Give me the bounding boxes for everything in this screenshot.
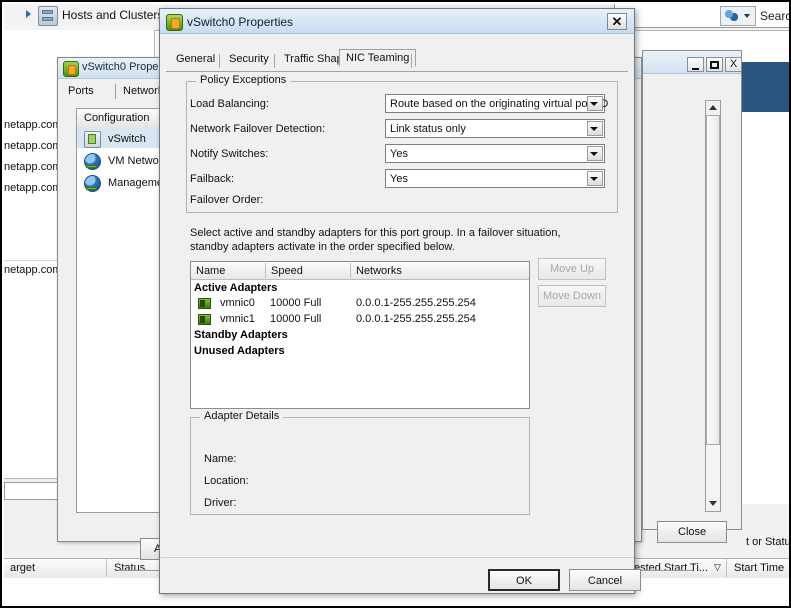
chevron-down-icon[interactable]	[744, 14, 750, 18]
adapter-name[interactable]: vmnic1	[220, 313, 255, 325]
column-header-speed[interactable]: Speed	[271, 265, 303, 277]
task-column-requested-start[interactable]: ested Start Ti...	[634, 562, 708, 574]
dialog-title: vSwitch0 Properties	[187, 15, 294, 29]
vswitch-icon	[166, 14, 183, 31]
column-header-networks[interactable]: Networks	[356, 265, 402, 277]
column-divider[interactable]	[726, 559, 727, 577]
column-divider[interactable]	[350, 263, 351, 278]
label-network-failover-detection: Network Failover Detection:	[190, 123, 326, 135]
label-notify-switches: Notify Switches:	[190, 148, 269, 160]
move-up-button-label: Move Up	[549, 263, 595, 275]
failover-order-description: Select active and standby adapters for t…	[190, 227, 561, 253]
screenshot-root: Hosts and Clusters Search I netapp.com n…	[0, 0, 791, 608]
breadcrumb-hosts-and-clusters[interactable]: Hosts and Clusters	[62, 8, 163, 22]
vswitch-icon	[84, 131, 101, 148]
task-column-start-time[interactable]: Start Time	[734, 562, 784, 574]
network-adapter-icon	[198, 314, 211, 325]
adapter-speed: 10000 Full	[270, 297, 322, 309]
column-header-name[interactable]: Name	[196, 265, 225, 277]
tree-item[interactable]: netapp.com	[4, 119, 61, 131]
tab-divider	[274, 54, 275, 68]
column-divider[interactable]	[106, 559, 107, 577]
background-list-item-management[interactable]: Manageme	[108, 177, 163, 189]
failback-select[interactable]: Yes	[385, 169, 605, 188]
tree-item[interactable]: netapp.com	[4, 182, 61, 194]
background-tab-ports[interactable]: Ports	[68, 85, 94, 97]
ok-button-label: OK	[516, 575, 532, 587]
right-host-window[interactable]	[642, 50, 742, 530]
nav-expand-arrow-icon[interactable]	[26, 10, 31, 18]
policy-exceptions-legend: Policy Exceptions	[196, 74, 291, 86]
notify-switches-select[interactable]: Yes	[385, 144, 605, 163]
adapter-group-unused: Unused Adapters	[194, 345, 285, 357]
tab-divider	[115, 84, 116, 99]
tab-nic-teaming[interactable]: NIC Teaming	[339, 49, 417, 67]
network-globe-base-icon	[86, 187, 97, 190]
network-failover-detection-value: Link status only	[390, 123, 466, 135]
tab-security[interactable]: Security	[223, 51, 275, 67]
background-list-item-vm-network[interactable]: VM Networ	[108, 155, 162, 167]
minimize-icon	[692, 68, 699, 70]
background-list-item-vswitch[interactable]: vSwitch	[108, 133, 146, 145]
adapter-details-group	[190, 417, 530, 515]
adapter-group-standby: Standby Adapters	[194, 329, 288, 341]
network-failover-detection-select[interactable]: Link status only	[385, 119, 605, 138]
chevron-up-icon	[709, 105, 717, 110]
adapter-group-active: Active Adapters	[194, 282, 278, 294]
network-adapter-icon	[198, 298, 211, 309]
failback-value: Yes	[390, 173, 408, 185]
adapter-name[interactable]: vmnic0	[220, 297, 255, 309]
task-column-status[interactable]: Status	[114, 562, 145, 574]
adapter-networks: 0.0.0.1-255.255.255.254	[356, 297, 476, 309]
notify-switches-value: Yes	[390, 148, 408, 160]
tab-general[interactable]: General	[170, 51, 221, 67]
cancel-button-label: Cancel	[587, 575, 623, 587]
scrollbar-thumb[interactable]	[706, 115, 720, 445]
network-globe-base-icon	[86, 165, 97, 168]
vswitch-icon	[63, 61, 79, 77]
right-window-close-button-label: Close	[678, 526, 707, 538]
chevron-down-glyph-icon	[590, 127, 598, 131]
label-failback: Failback:	[190, 173, 235, 185]
adapter-detail-driver-label: Driver:	[204, 497, 237, 509]
search-icon	[724, 9, 738, 22]
vswitch0-properties-dialog[interactable]: vSwitch0 Properties ✕ General Security T…	[159, 8, 641, 594]
adapter-detail-name-label: Name:	[204, 453, 237, 465]
tab-divider	[411, 54, 412, 68]
label-load-balancing: Load Balancing:	[190, 98, 269, 110]
maximize-icon	[710, 61, 719, 69]
failover-order-label: Failover Order:	[190, 194, 264, 206]
tab-divider	[219, 54, 220, 68]
task-column-target[interactable]: arget	[10, 562, 35, 574]
close-icon: ✕	[611, 14, 623, 29]
move-down-button-label: Move Down	[542, 290, 602, 302]
load-balancing-select[interactable]: Route based on the originating virtual p…	[385, 94, 609, 113]
adapter-detail-location-label: Location:	[204, 475, 249, 487]
hosts-and-clusters-icon	[38, 6, 58, 26]
dialog-footer-divider	[161, 557, 634, 558]
tree-item[interactable]: netapp.com	[4, 161, 61, 173]
column-divider[interactable]	[265, 263, 266, 278]
close-icon: X	[729, 58, 738, 70]
adapter-details-legend: Adapter Details	[200, 410, 284, 422]
adapter-speed: 10000 Full	[270, 313, 322, 325]
chevron-down-glyph-icon	[590, 102, 598, 106]
chevron-down-glyph-icon	[590, 177, 598, 181]
load-balancing-value: Route based on the originating virtual p…	[390, 98, 609, 110]
tree-item[interactable]: netapp.com	[4, 140, 61, 152]
status-fragment-text: t or Status	[746, 536, 791, 548]
background-list-header-label: Configuration	[84, 112, 150, 124]
chevron-down-icon	[709, 501, 717, 506]
sort-descending-icon: ▽	[714, 562, 721, 572]
adapter-networks: 0.0.0.1-255.255.255.254	[356, 313, 476, 325]
tree-item[interactable]: netapp.com	[4, 264, 61, 276]
chevron-down-glyph-icon	[590, 152, 598, 156]
search-placeholder-text: Search I	[760, 9, 791, 23]
